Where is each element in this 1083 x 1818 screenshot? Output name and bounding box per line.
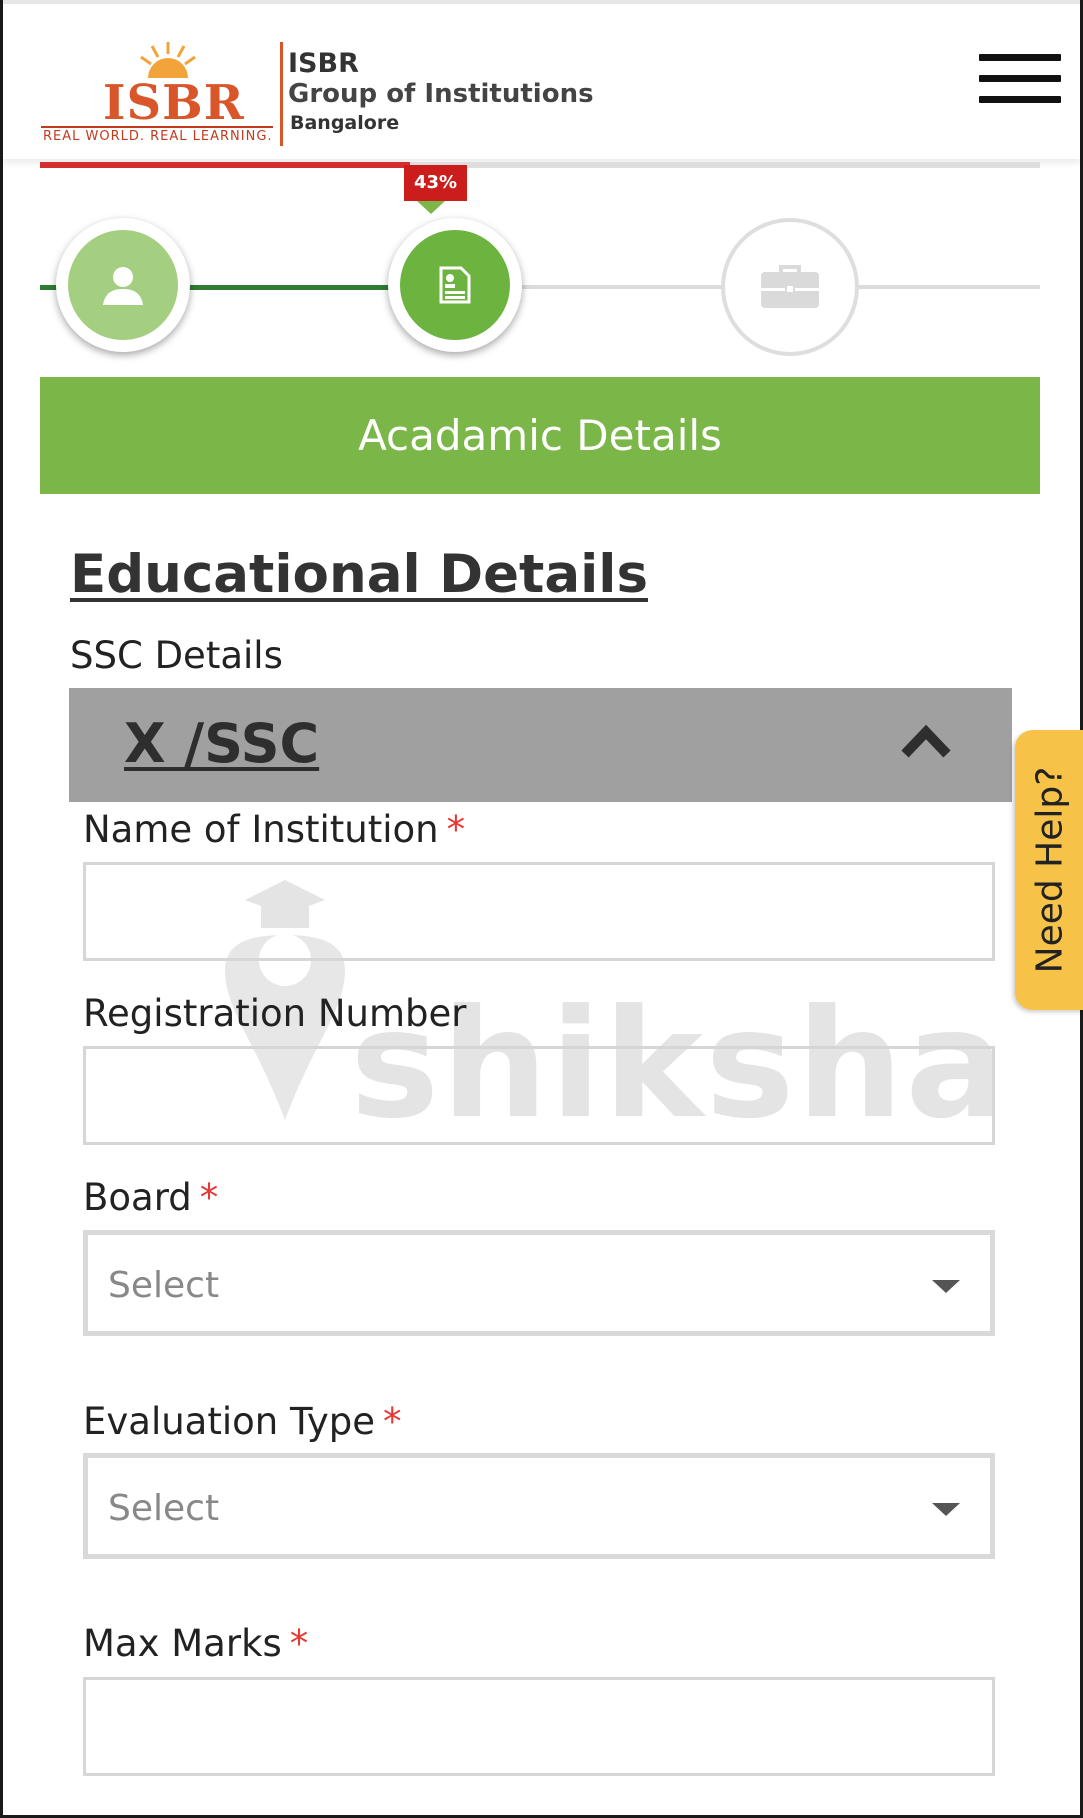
brand-title: ISBR: [288, 48, 359, 79]
board-label: Board *: [83, 1176, 218, 1219]
isbr-logo[interactable]: ISBR REAL WORLD. REAL LEARNING.: [41, 40, 276, 148]
briefcase-icon: [761, 265, 819, 308]
step-personal-circle: [68, 230, 178, 340]
required-asterisk: *: [446, 808, 466, 851]
registration-label-text: Registration Number: [83, 992, 467, 1035]
evaluation-type-label: Evaluation Type *: [83, 1400, 401, 1443]
step-work-circle: [735, 232, 845, 342]
frame-left-border: [0, 0, 3, 1818]
board-select-value: Select: [108, 1265, 220, 1306]
section-title-banner: Acadamic Details: [40, 377, 1040, 494]
hamburger-menu-icon[interactable]: [979, 54, 1061, 104]
required-asterisk: *: [382, 1400, 402, 1443]
max-marks-input[interactable]: [83, 1677, 995, 1776]
required-asterisk: *: [199, 1176, 219, 1219]
registration-label: Registration Number: [83, 992, 467, 1035]
brand-subtitle: Group of Institutions: [288, 79, 594, 109]
max-marks-label-text: Max Marks: [83, 1622, 282, 1665]
required-asterisk: *: [289, 1622, 309, 1665]
progress-fill: [40, 162, 410, 168]
site-header: ISBR REAL WORLD. REAL LEARNING. ISBR Gro…: [3, 0, 1080, 159]
institution-label-text: Name of Institution: [83, 808, 439, 851]
user-icon: [103, 267, 143, 305]
accordion-title: X /SSC: [124, 712, 320, 775]
board-select[interactable]: Select: [83, 1230, 995, 1336]
caret-down-icon: [932, 1280, 960, 1293]
ssc-accordion-header[interactable]: X /SSC: [69, 688, 1012, 802]
progress-percent-badge: 43%: [404, 165, 467, 201]
ssc-details-label: SSC Details: [70, 634, 283, 677]
step-academic-details[interactable]: [388, 218, 522, 352]
max-marks-label: Max Marks *: [83, 1622, 308, 1665]
evaluation-select-value: Select: [108, 1488, 220, 1529]
step-personal-details[interactable]: [56, 218, 190, 352]
brand-city: Bangalore: [290, 112, 400, 134]
chevron-up-icon[interactable]: [901, 722, 951, 762]
institution-label: Name of Institution *: [83, 808, 465, 851]
hamburger-bar: [979, 96, 1061, 103]
hamburger-bar: [979, 75, 1061, 82]
logo-text: ISBR: [103, 75, 245, 131]
need-help-text: Need Help?: [1029, 766, 1071, 974]
step-academic-circle: [400, 230, 510, 340]
logo-tagline: REAL WORLD. REAL LEARNING.: [43, 129, 273, 144]
caret-down-icon: [932, 1503, 960, 1516]
percent-pointer: [417, 201, 445, 214]
step-work-experience[interactable]: [721, 218, 859, 356]
board-label-text: Board: [83, 1176, 192, 1219]
progress-bar: [40, 162, 1040, 168]
document-icon: [439, 266, 471, 304]
evaluation-type-select[interactable]: Select: [83, 1453, 995, 1559]
hamburger-bar: [979, 54, 1061, 61]
sun-logo-icon: [140, 42, 196, 78]
logo-underline: [41, 126, 273, 128]
need-help-tab[interactable]: Need Help?: [1015, 730, 1083, 1010]
educational-details-heading: Educational Details: [70, 544, 649, 605]
registration-number-input[interactable]: [83, 1046, 995, 1145]
institution-input[interactable]: [83, 862, 995, 961]
logo-divider: [280, 42, 283, 146]
evaluation-label-text: Evaluation Type: [83, 1400, 375, 1443]
